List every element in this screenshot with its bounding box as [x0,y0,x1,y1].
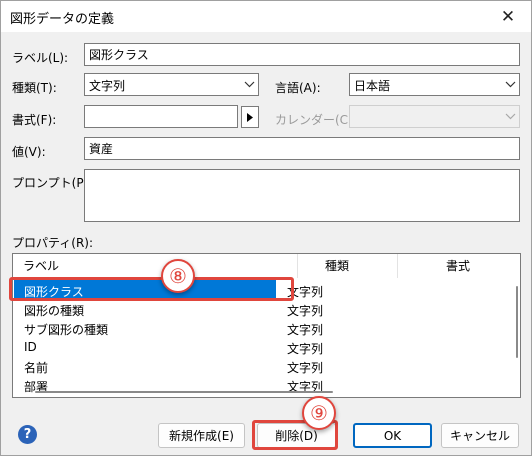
language-select-value: 日本語 [354,79,391,93]
properties-label: プロパティ(R): [12,236,94,250]
list-item[interactable]: 名前 文字列 [13,356,520,375]
callout-highlight-8 [9,277,294,301]
type-field-label: 種類(T): [12,81,57,95]
horizontal-scrollbar[interactable] [35,391,333,393]
properties-list-header: ラベル 種類 書式 [13,254,520,278]
column-header-type[interactable]: 種類 [325,254,349,278]
format-field-label: 書式(F): [12,113,57,127]
column-header-format[interactable]: 書式 [446,254,470,278]
list-item-type: 文字列 [287,342,324,356]
prompt-field-label: プロンプト(P): [12,176,93,190]
calendar-select[interactable] [349,105,520,128]
column-header-label[interactable]: ラベル [23,254,59,278]
language-select[interactable]: 日本語 [349,73,520,96]
new-button[interactable]: 新規作成(E) [158,423,245,448]
list-item[interactable]: サブ図形の種類 文字列 [13,318,520,337]
list-item-label: サブ図形の種類 [24,323,109,337]
language-field-label: 言語(A): [275,81,321,95]
ok-button[interactable]: OK [353,423,432,448]
value-input[interactable]: 資産 [84,137,520,160]
type-select[interactable]: 文字列 [84,73,259,96]
play-arrow-icon [247,112,253,122]
column-divider [297,254,298,278]
label-input[interactable]: 図形クラス [84,43,520,66]
format-input[interactable] [84,105,238,128]
list-item-type: 文字列 [287,304,324,318]
callout-badge-9: ⑨ [302,396,336,430]
chevron-down-icon [501,74,519,95]
label-field-label: ラベル(L): [12,51,69,65]
list-item[interactable]: 図形の種類 文字列 [13,299,520,318]
properties-list[interactable]: ラベル 種類 書式 図形クラス 文字列 図形の種類 文字列 サブ図形の種類 文字… [12,253,521,398]
format-picker-button[interactable] [241,106,259,128]
dialog-title: 図形データの定義 [10,12,115,27]
cancel-button[interactable]: キャンセル [441,423,519,448]
calendar-field-label: カレンダー(C): [275,113,357,127]
column-divider [397,254,398,278]
chevron-down-icon [240,74,258,95]
callout-badge-8: ⑧ [161,259,195,293]
list-item[interactable]: ID 文字列 [13,337,520,356]
list-item-label: ID [24,340,37,354]
list-item-type: 文字列 [287,361,324,375]
help-icon[interactable]: ? [18,425,37,444]
value-field-label: 値(V): [12,145,46,159]
type-select-value: 文字列 [89,79,126,93]
list-item-label: 名前 [24,361,49,375]
vertical-scrollbar[interactable] [516,286,518,358]
list-item-type: 文字列 [287,323,324,337]
title-bar: 図形データの定義 ✕ [1,1,531,32]
define-shape-data-dialog: 図形データの定義 ✕ ラベル(L): 図形クラス 種類(T): 文字列 言語(A… [0,0,532,456]
close-icon[interactable]: ✕ [485,1,531,32]
chevron-down-icon [501,106,519,127]
list-item-label: 図形の種類 [24,304,85,318]
prompt-textarea[interactable] [84,169,520,222]
